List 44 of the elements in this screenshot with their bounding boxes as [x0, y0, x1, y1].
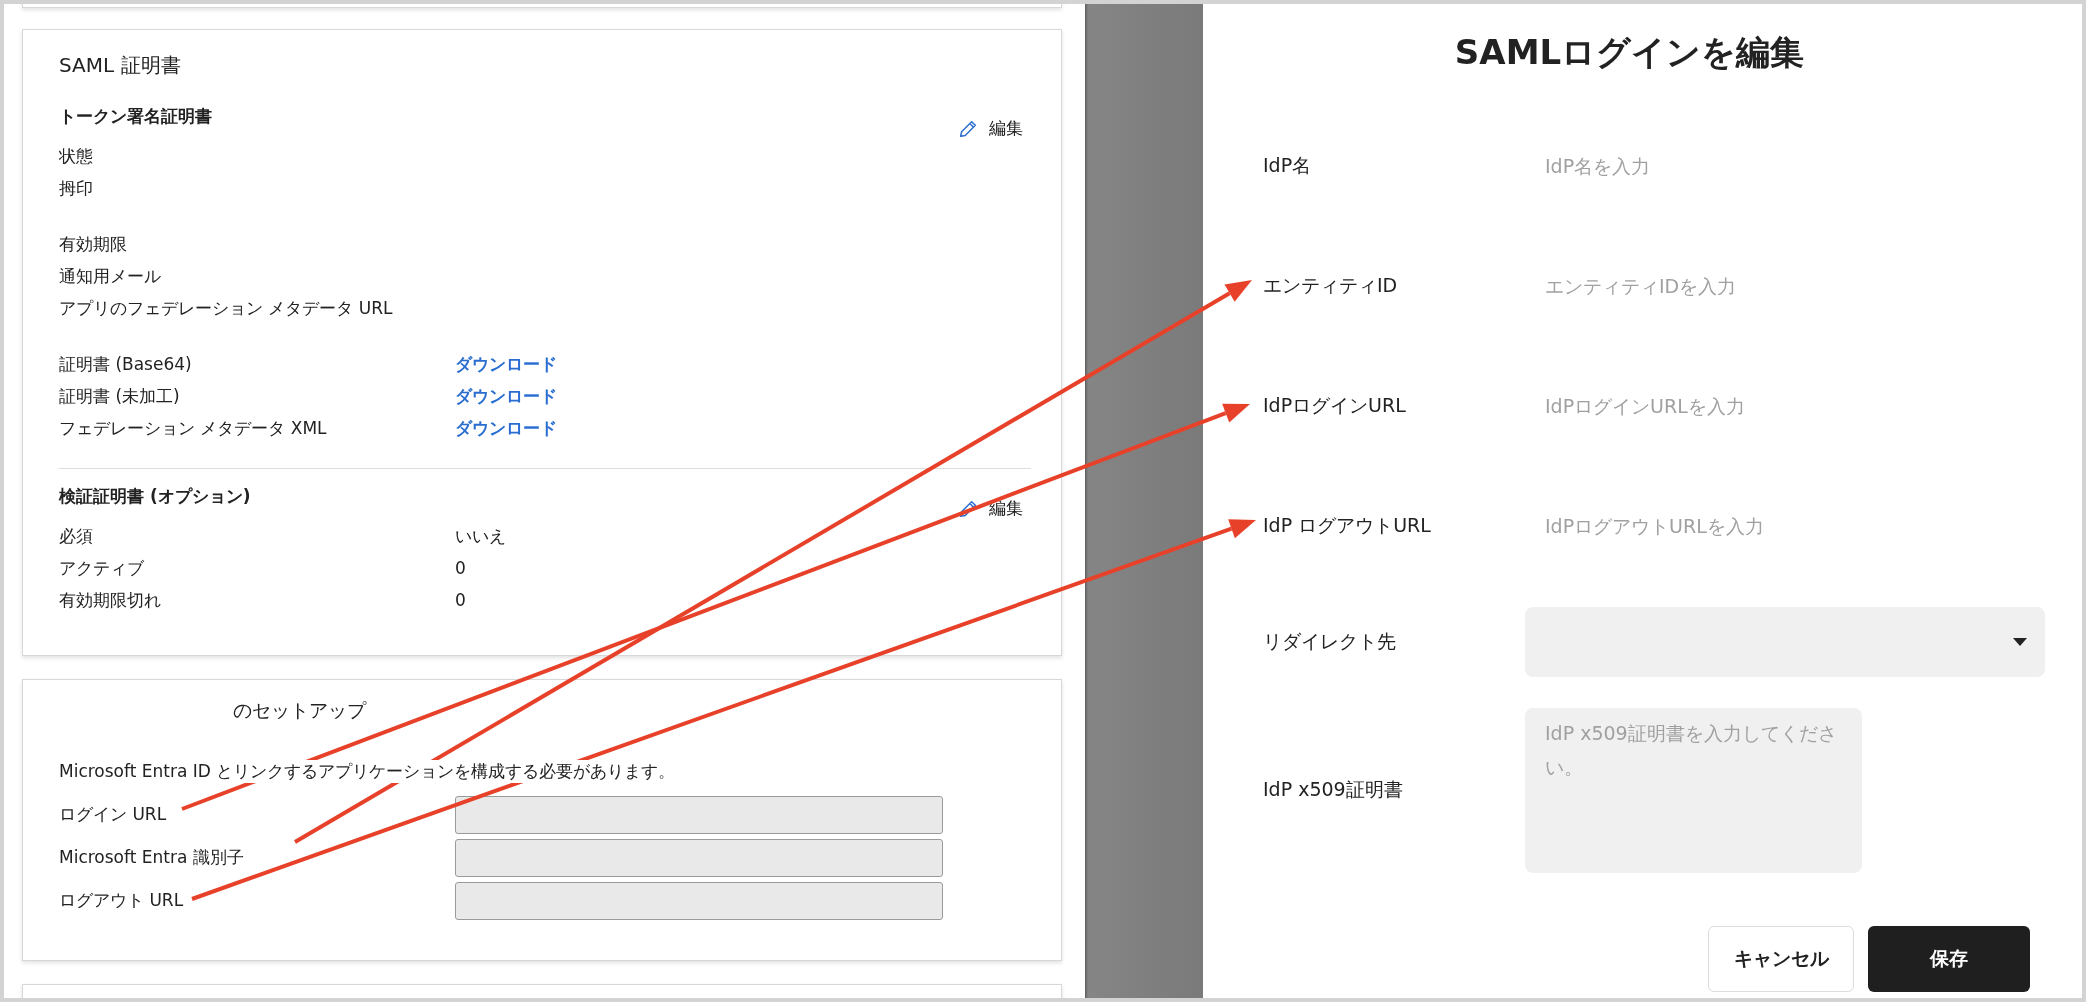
download-link[interactable]: ダウンロード: [455, 416, 557, 440]
field-label: アプリのフェデレーション メタデータ URL: [59, 296, 394, 320]
input-field[interactable]: エンティティIDを入力: [1525, 275, 1965, 297]
download-link[interactable]: ダウンロード: [455, 352, 557, 376]
field-label: 有効期限切れ: [59, 588, 162, 612]
section-heading: トークン署名証明書: [59, 105, 212, 128]
field-label: Microsoft Entra 識別子: [59, 846, 245, 869]
edit-link[interactable]: 編集: [957, 117, 1023, 140]
edit-link[interactable]: 編集: [957, 497, 1023, 520]
field-label: 状態: [59, 144, 94, 168]
field-label: 必須: [59, 524, 94, 548]
field-label: 有効期限: [59, 232, 128, 256]
field-value: いいえ: [455, 524, 506, 548]
card-title: のセットアップ: [233, 698, 368, 723]
input-field[interactable]: [455, 838, 943, 877]
field-label: アクティブ: [59, 556, 145, 580]
input-field[interactable]: [455, 795, 943, 834]
field-label: フェデレーション メタデータ XML: [59, 416, 328, 440]
field-label: 証明書 (未加工): [59, 384, 181, 408]
input-field[interactable]: IdPログインURLを入力: [1525, 395, 1965, 417]
section-heading: 検証証明書 (オプション): [59, 485, 251, 508]
text-area[interactable]: IdP x509証明書を入力してください。: [1525, 707, 1862, 873]
field-value: 0: [455, 590, 466, 610]
field-label: IdP ログアウトURL: [1263, 513, 1432, 538]
dialog-title: SAMLログインを編集: [1453, 31, 1806, 74]
download-link[interactable]: ダウンロード: [455, 384, 557, 408]
input-field[interactable]: [455, 881, 943, 920]
field-label: 証明書 (Base64): [59, 352, 193, 376]
save-button[interactable]: 保存: [1868, 926, 2030, 992]
caret-icon: [2013, 638, 2027, 646]
field-label: IdP x509証明書: [1263, 777, 1404, 802]
field-label: IdPログインURL: [1263, 393, 1407, 418]
field-label: リダイレクト先: [1263, 629, 1397, 654]
card-title: SAML 証明書: [59, 52, 182, 79]
field-label: ログイン URL: [59, 803, 168, 826]
field-label: ログアウト URL: [59, 889, 185, 912]
cancel-button[interactable]: キャンセル: [1708, 926, 1854, 992]
field-value: 0: [455, 558, 466, 578]
input-field[interactable]: IdP名を入力: [1525, 155, 1965, 177]
field-label: エンティティID: [1263, 273, 1399, 298]
field-label: IdP名: [1263, 153, 1313, 178]
field-label: 拇印: [59, 176, 94, 200]
input-field[interactable]: IdPログアウトURLを入力: [1525, 515, 1965, 537]
field-label: 通知用メール: [59, 264, 162, 288]
